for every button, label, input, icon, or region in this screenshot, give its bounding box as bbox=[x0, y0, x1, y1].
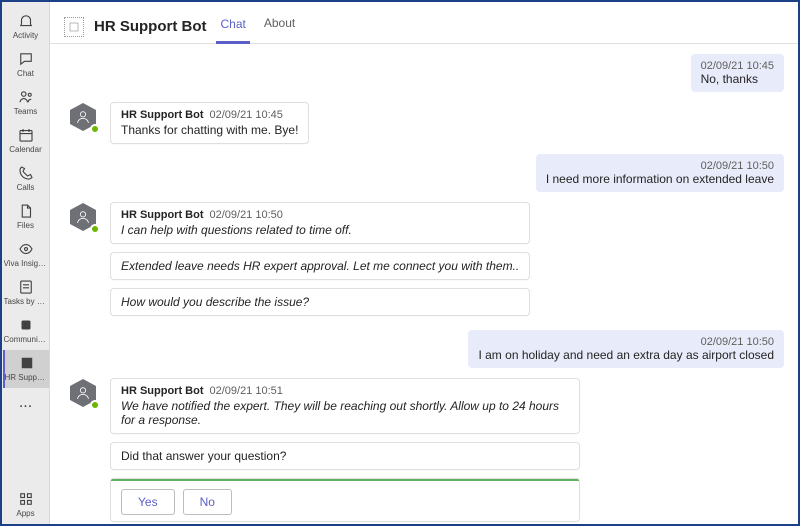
no-button[interactable]: No bbox=[183, 489, 232, 515]
rail-label: HR Support... bbox=[5, 374, 49, 382]
rail-activity[interactable]: Activity bbox=[3, 8, 49, 46]
rail-tasks[interactable]: Tasks by Pl... bbox=[3, 274, 49, 312]
presence-badge bbox=[90, 400, 100, 410]
rail-label: Viva Insights bbox=[4, 260, 48, 268]
user-message: 02/09/21 10:50 I am on holiday and need … bbox=[110, 330, 784, 368]
bot-name: HR Support Bot bbox=[121, 109, 203, 121]
yes-button[interactable]: Yes bbox=[121, 489, 175, 515]
communities-icon bbox=[17, 316, 35, 334]
presence-badge bbox=[90, 224, 100, 234]
bot-name: HR Support Bot bbox=[121, 209, 203, 221]
apps-icon bbox=[17, 490, 35, 508]
rail-label: Chat bbox=[17, 70, 34, 78]
rail-label: Apps bbox=[16, 510, 34, 518]
rail-calls[interactable]: Calls bbox=[3, 160, 49, 198]
chat-icon bbox=[17, 50, 35, 68]
tasks-icon bbox=[17, 278, 35, 296]
message-text: We have notified the expert. They will b… bbox=[121, 399, 569, 427]
conversation[interactable]: 02/09/21 10:45 No, thanks HR Support Bot… bbox=[50, 44, 798, 524]
timestamp: 02/09/21 10:50 bbox=[209, 209, 282, 221]
bot-avatar bbox=[68, 102, 98, 132]
rail-label: Files bbox=[17, 222, 34, 230]
message-text: No, thanks bbox=[701, 72, 774, 86]
bell-icon bbox=[17, 12, 35, 30]
timestamp: 02/09/21 10:50 bbox=[478, 336, 774, 348]
message-text: Extended leave needs HR expert approval.… bbox=[121, 259, 519, 273]
rail-label: Calendar bbox=[9, 146, 41, 154]
presence-badge bbox=[90, 124, 100, 134]
teams-app: Activity Chat Teams Calendar Calls Files… bbox=[0, 0, 800, 526]
bot-avatar bbox=[68, 202, 98, 232]
message-text: How would you describe the issue? bbox=[121, 295, 519, 309]
tab-chat[interactable]: Chat bbox=[216, 11, 249, 44]
rail-label: Tasks by Pl... bbox=[4, 298, 48, 306]
person-icon bbox=[75, 209, 91, 225]
bot-name: HR Support Bot bbox=[121, 385, 203, 397]
tab-about[interactable]: About bbox=[260, 10, 299, 43]
rail-communities[interactable]: Communiti... bbox=[3, 312, 49, 350]
timestamp: 02/09/21 10:45 bbox=[209, 109, 282, 121]
user-message: 02/09/21 10:50 I need more information o… bbox=[110, 154, 784, 192]
person-icon bbox=[75, 109, 91, 125]
message-text: I am on holiday and need an extra day as… bbox=[478, 348, 774, 362]
rail-calendar[interactable]: Calendar bbox=[3, 122, 49, 160]
rail-label: Communiti... bbox=[4, 336, 48, 344]
insights-icon bbox=[17, 240, 35, 258]
message-text: Thanks for chatting with me. Bye! bbox=[121, 123, 298, 137]
bot-message-group: HR Support Bot 02/09/21 10:51 We have not… bbox=[110, 378, 784, 524]
user-message: 02/09/21 10:45 No, thanks bbox=[110, 54, 784, 92]
calendar-icon bbox=[17, 126, 35, 144]
rail-more[interactable]: ... bbox=[19, 388, 32, 418]
main-pane: HR Support Bot Chat About 02/09/21 10:45… bbox=[50, 2, 798, 524]
file-icon bbox=[17, 202, 35, 220]
answer-card: Yes No bbox=[110, 478, 580, 522]
teams-icon bbox=[17, 88, 35, 106]
app-rail: Activity Chat Teams Calendar Calls Files… bbox=[2, 2, 50, 524]
message-text: I need more information on extended leav… bbox=[546, 172, 774, 186]
rail-hr-support[interactable]: HR Support... bbox=[3, 350, 49, 388]
rail-chat[interactable]: Chat bbox=[3, 46, 49, 84]
rail-label: Calls bbox=[17, 184, 35, 192]
message-text: I can help with questions related to tim… bbox=[121, 223, 519, 237]
bot-message: HR Support Bot 02/09/21 10:45 Thanks for … bbox=[110, 102, 784, 144]
timestamp: 02/09/21 10:51 bbox=[209, 385, 282, 397]
rail-apps[interactable]: Apps bbox=[3, 486, 49, 524]
rail-label: Teams bbox=[14, 108, 38, 116]
timestamp: 02/09/21 10:45 bbox=[701, 60, 774, 72]
rail-files[interactable]: Files bbox=[3, 198, 49, 236]
rail-viva[interactable]: Viva Insights bbox=[3, 236, 49, 274]
chat-header: HR Support Bot Chat About bbox=[50, 2, 798, 44]
timestamp: 02/09/21 10:50 bbox=[546, 160, 774, 172]
bot-title: HR Support Bot bbox=[94, 18, 206, 35]
bot-avatar bbox=[68, 378, 98, 408]
message-text: Did that answer your question? bbox=[121, 449, 569, 463]
phone-icon bbox=[17, 164, 35, 182]
bot-avatar-header-icon bbox=[64, 17, 84, 37]
card-accent-bar bbox=[111, 479, 579, 481]
rail-label: Activity bbox=[13, 32, 38, 40]
bot-app-icon bbox=[18, 354, 36, 372]
person-icon bbox=[75, 385, 91, 401]
rail-teams[interactable]: Teams bbox=[3, 84, 49, 122]
bot-message-group: HR Support Bot 02/09/21 10:50 I can help … bbox=[110, 202, 784, 320]
